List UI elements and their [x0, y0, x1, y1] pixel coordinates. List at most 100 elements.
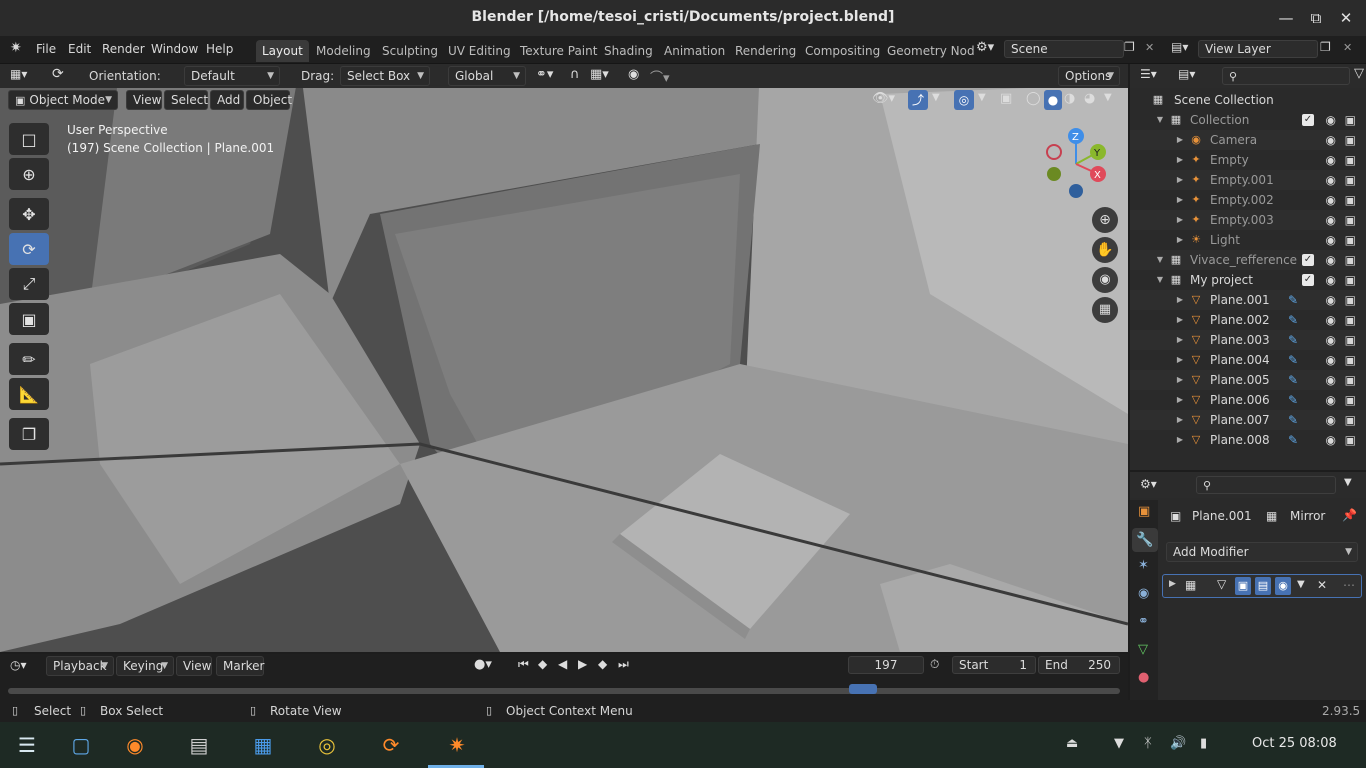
- data-tab-icon[interactable]: ▽: [1138, 642, 1148, 657]
- jump-end-icon[interactable]: ⏭: [618, 657, 629, 672]
- mirror-modifier-panel[interactable]: ▶ ▦ ▽ ▣ ▤ ◉ ▼ ✕ ⋯: [1162, 574, 1362, 598]
- proportional-edit-icon[interactable]: ◉: [628, 67, 639, 82]
- disclosure-arrow-icon[interactable]: ▶: [1174, 314, 1186, 326]
- pivot-point-icon[interactable]: ⚭▾: [536, 67, 553, 82]
- visibility-eye-icon[interactable]: ◉: [1326, 110, 1336, 130]
- eject-icon[interactable]: ⏏: [1066, 736, 1078, 751]
- restore-icon[interactable]: ⧉: [1306, 8, 1326, 28]
- render-camera-icon[interactable]: ▣: [1345, 430, 1356, 450]
- drag-handle-icon[interactable]: ⋯: [1343, 578, 1355, 592]
- prev-keyframe-icon[interactable]: ◆: [538, 657, 547, 671]
- zorin-menu-icon[interactable]: ☰: [10, 728, 44, 762]
- proportional-falloff-icon[interactable]: ⌒▾: [650, 67, 670, 86]
- visibility-eye-icon[interactable]: ◉: [1326, 310, 1336, 330]
- chevron-down-icon[interactable]: ▼: [1297, 579, 1305, 590]
- zoom-icon[interactable]: ⊕: [1092, 207, 1118, 233]
- camera-view-icon[interactable]: ◉: [1092, 267, 1118, 293]
- material-shading-icon[interactable]: ◑: [1064, 91, 1075, 106]
- delete-view-layer-icon[interactable]: ✕: [1343, 41, 1352, 54]
- visibility-eye-icon[interactable]: ◉: [1326, 150, 1336, 170]
- record-icon[interactable]: ●▾: [474, 657, 492, 672]
- visibility-eye-icon[interactable]: ◉: [1326, 190, 1336, 210]
- pan-hand-icon[interactable]: ✋: [1092, 237, 1118, 263]
- visibility-eye-icon[interactable]: ◉: [1326, 410, 1336, 430]
- measure-tool-icon[interactable]: 📐: [9, 378, 49, 410]
- chevron-down-icon[interactable]: ▼: [1104, 92, 1112, 103]
- edit-mode-toggle-icon[interactable]: ▽: [1217, 577, 1226, 591]
- render-camera-icon[interactable]: ▣: [1345, 270, 1356, 290]
- outliner-row[interactable]: ▶ ▽ Plane.007 ✎ ◉ ▣: [1130, 410, 1366, 430]
- modifier-wrench-icon[interactable]: ✎: [1288, 430, 1298, 450]
- render-camera-icon[interactable]: ▣: [1345, 410, 1356, 430]
- overlays-toggle-icon[interactable]: ◎: [954, 90, 974, 110]
- visibility-eye-icon[interactable]: ◉: [1326, 170, 1336, 190]
- transform-tool-icon[interactable]: ▣: [9, 303, 49, 335]
- files-folder-icon[interactable]: ▢: [64, 728, 98, 762]
- select-box-tool-icon[interactable]: □: [9, 123, 49, 155]
- disclosure-arrow-icon[interactable]: ▼: [1154, 274, 1166, 286]
- disclosure-arrow-icon[interactable]: ▶: [1174, 154, 1186, 166]
- particles-tab-icon[interactable]: ✶: [1138, 558, 1149, 573]
- delete-scene-icon[interactable]: ✕: [1145, 41, 1154, 54]
- tab-uv-editing[interactable]: UV Editing: [442, 40, 517, 62]
- wireframe-shading-icon[interactable]: ◯: [1026, 91, 1041, 106]
- visibility-icon[interactable]: 👁▾: [872, 91, 895, 106]
- jump-start-icon[interactable]: ⏮: [518, 657, 529, 672]
- physics-tab-icon[interactable]: ◉: [1138, 586, 1149, 601]
- menu-render[interactable]: Render: [102, 42, 145, 56]
- outliner-row[interactable]: ▶ ▽ Plane.003 ✎ ◉ ▣: [1130, 330, 1366, 350]
- cursor-tool-icon[interactable]: ⊕: [9, 158, 49, 190]
- xray-toggle-icon[interactable]: ▣: [1000, 91, 1012, 106]
- disclosure-arrow-icon[interactable]: ▶: [1174, 234, 1186, 246]
- outliner-editor-type-icon[interactable]: ☰▾: [1140, 67, 1157, 81]
- disclosure-arrow-icon[interactable]: ▶: [1174, 214, 1186, 226]
- pin-icon[interactable]: 📌: [1342, 508, 1357, 522]
- bluetooth-icon[interactable]: ᛡ: [1144, 736, 1152, 751]
- menu-add[interactable]: Add: [210, 90, 244, 110]
- menu-help[interactable]: Help: [206, 42, 233, 56]
- visibility-eye-icon[interactable]: ◉: [1326, 130, 1336, 150]
- properties-editor-type-icon[interactable]: ⚙▾: [1140, 477, 1157, 491]
- object-mode-dropdown[interactable]: ▣ Object Mode ▼: [8, 90, 118, 110]
- add-modifier-dropdown[interactable]: Add Modifier ▼: [1166, 542, 1358, 562]
- drag-dropdown[interactable]: Select Box ▼: [340, 66, 430, 86]
- keying-menu[interactable]: Keying ▼: [116, 656, 174, 676]
- orientation-dropdown[interactable]: Default ▼: [184, 66, 280, 86]
- tab-sculpting[interactable]: Sculpting: [376, 40, 444, 62]
- modifier-wrench-icon[interactable]: ✎: [1288, 310, 1298, 330]
- file-manager-icon[interactable]: ▤: [182, 728, 216, 762]
- disclosure-arrow-icon[interactable]: ▼: [1154, 114, 1166, 126]
- viewport-display-toggle-icon[interactable]: ▤: [1255, 577, 1271, 595]
- perspective-toggle-icon[interactable]: ▦: [1092, 297, 1118, 323]
- scene-icon[interactable]: ⚙▾: [976, 40, 994, 55]
- visibility-eye-icon[interactable]: ◉: [1326, 290, 1336, 310]
- tab-texture-paint[interactable]: Texture Paint: [514, 40, 603, 62]
- properties-search-input[interactable]: ⚲: [1196, 476, 1336, 494]
- move-tool-icon[interactable]: ✥: [9, 198, 49, 230]
- outliner-row[interactable]: ▶ ▽ Plane.001 ✎ ◉ ▣: [1130, 290, 1366, 310]
- menu-object[interactable]: Object: [246, 90, 292, 110]
- visibility-eye-icon[interactable]: ◉: [1326, 390, 1336, 410]
- chevron-down-icon[interactable]: ▼: [1344, 477, 1352, 488]
- 3d-viewport[interactable]: User Perspective (197) Scene Collection …: [0, 64, 1128, 652]
- tab-compositing[interactable]: Compositing: [799, 40, 886, 62]
- blender-logo-icon[interactable]: ✷: [10, 40, 22, 56]
- object-properties-tab-icon[interactable]: ▣: [1138, 504, 1150, 519]
- render-camera-icon[interactable]: ▣: [1345, 190, 1356, 210]
- menu-view[interactable]: View: [126, 90, 162, 110]
- new-view-layer-icon[interactable]: ❐: [1320, 40, 1331, 54]
- gizmo-neg-y-axis[interactable]: [1047, 167, 1061, 181]
- gizmo-toggle-icon[interactable]: ⤴: [908, 90, 928, 110]
- exclude-checkbox[interactable]: ✓: [1302, 274, 1314, 286]
- disclosure-arrow-icon[interactable]: ▶: [1174, 134, 1186, 146]
- visibility-eye-icon[interactable]: ◉: [1326, 370, 1336, 390]
- snap-icon[interactable]: ∩: [570, 67, 580, 82]
- material-tab-icon[interactable]: ●: [1138, 670, 1149, 685]
- blender-taskbar-icon[interactable]: ✷: [440, 728, 474, 762]
- render-camera-icon[interactable]: ▣: [1345, 130, 1356, 150]
- modifier-wrench-icon[interactable]: ✎: [1288, 390, 1298, 410]
- new-scene-icon[interactable]: ❐: [1124, 40, 1135, 54]
- timeline-scrubber[interactable]: [8, 688, 1120, 694]
- render-camera-icon[interactable]: ▣: [1345, 370, 1356, 390]
- outliner-row[interactable]: ▶ ☀ Light ◉ ▣: [1130, 230, 1366, 250]
